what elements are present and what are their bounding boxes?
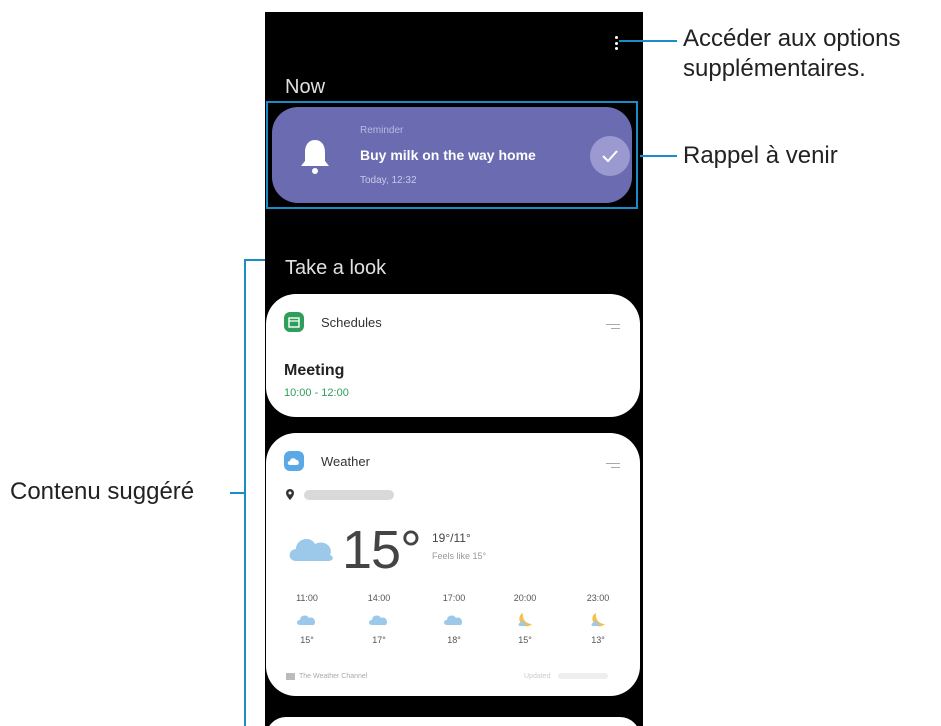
next-card-peek[interactable] bbox=[266, 717, 640, 726]
weather-app-name: Weather bbox=[321, 453, 370, 469]
callout-upcoming-reminder: Rappel à venir bbox=[683, 142, 838, 169]
callout-line-reminder bbox=[640, 155, 677, 157]
calendar-icon bbox=[284, 312, 304, 332]
weather-source: The Weather Channel bbox=[286, 673, 367, 680]
reminder-time: Today, 12:32 bbox=[360, 175, 417, 186]
reminder-kicker: Reminder bbox=[360, 125, 404, 136]
now-section-title: Now bbox=[285, 76, 326, 98]
take-a-look-title: Take a look bbox=[285, 257, 387, 279]
hour-temp: 18° bbox=[447, 635, 461, 645]
bell-icon bbox=[301, 140, 329, 174]
weather-source-text: The Weather Channel bbox=[299, 673, 368, 680]
callout-bracket-suggested bbox=[244, 259, 246, 726]
weather-app-icon bbox=[284, 451, 304, 471]
callout-more-options-line2: supplémentaires. bbox=[683, 55, 866, 82]
hour-time: 20:00 bbox=[513, 593, 537, 603]
hourly-forecast-item: 23:00 13° bbox=[573, 593, 623, 645]
high-low-temperature: 19°/11° bbox=[432, 531, 471, 545]
weather-card[interactable]: Weather 15° 19°/11° Feels like 15° 11:00… bbox=[266, 433, 640, 696]
cloud-icon bbox=[289, 538, 333, 561]
updated-info: Updated bbox=[524, 673, 609, 680]
hour-temp: 17° bbox=[372, 635, 386, 645]
callout-bracket-top bbox=[244, 259, 265, 261]
hour-temp: 15° bbox=[300, 635, 314, 645]
hourly-forecast-item: 17:00 18° bbox=[429, 593, 479, 645]
drag-handle-icon[interactable] bbox=[606, 463, 620, 471]
drag-handle-icon[interactable] bbox=[606, 324, 620, 332]
location-blurred bbox=[304, 489, 394, 500]
moon-icon bbox=[518, 613, 532, 627]
updated-time-blurred bbox=[558, 673, 609, 680]
updated-label: Updated bbox=[524, 673, 551, 680]
callout-more-options-line1: Accéder aux options bbox=[683, 25, 901, 52]
dot bbox=[614, 47, 618, 50]
schedules-card[interactable]: Schedules Meeting 10:00 - 12:00 bbox=[266, 294, 640, 417]
event-title: Meeting bbox=[284, 362, 345, 379]
hour-time: 23:00 bbox=[586, 593, 610, 603]
location-row bbox=[286, 489, 394, 500]
schedules-app-name: Schedules bbox=[321, 314, 382, 330]
cloud-icon bbox=[444, 615, 463, 625]
cloud-icon bbox=[297, 615, 316, 625]
hourly-forecast-item: 11:00 15° bbox=[282, 593, 332, 645]
moon-icon bbox=[591, 613, 605, 627]
hourly-forecast-item: 20:00 15° bbox=[500, 593, 550, 645]
callout-more-options: Accéder aux options supplémentaires. bbox=[683, 24, 900, 84]
event-time: 10:00 - 12:00 bbox=[284, 387, 349, 399]
callout-suggested-content: Contenu suggéré bbox=[10, 478, 195, 505]
current-temperature: 15° bbox=[342, 520, 422, 580]
more-options-button[interactable] bbox=[609, 36, 623, 50]
callout-line-more-options bbox=[619, 40, 677, 42]
hour-temp: 15° bbox=[518, 635, 532, 645]
location-pin-icon bbox=[286, 489, 294, 500]
reminder-highlight-frame: Reminder Buy milk on the way home Today,… bbox=[266, 101, 638, 209]
reminder-card[interactable]: Reminder Buy milk on the way home Today,… bbox=[272, 107, 632, 203]
hour-time: 17:00 bbox=[442, 593, 466, 603]
hour-time: 11:00 bbox=[296, 593, 318, 603]
cloud-icon bbox=[369, 615, 388, 625]
feels-like: Feels like 15° bbox=[432, 551, 487, 561]
dot bbox=[614, 36, 618, 39]
check-icon bbox=[602, 150, 618, 163]
weather-channel-logo-icon bbox=[286, 673, 295, 680]
dot bbox=[614, 41, 618, 45]
complete-reminder-button[interactable] bbox=[590, 136, 630, 176]
callout-line-suggested bbox=[230, 492, 244, 494]
hour-temp: 13° bbox=[591, 635, 605, 645]
hour-time: 14:00 bbox=[367, 593, 391, 603]
hourly-forecast-item: 14:00 17° bbox=[354, 593, 404, 645]
reminder-title: Buy milk on the way home bbox=[360, 147, 536, 163]
phone-screen: Now Reminder Buy milk on the way home To… bbox=[265, 12, 643, 726]
